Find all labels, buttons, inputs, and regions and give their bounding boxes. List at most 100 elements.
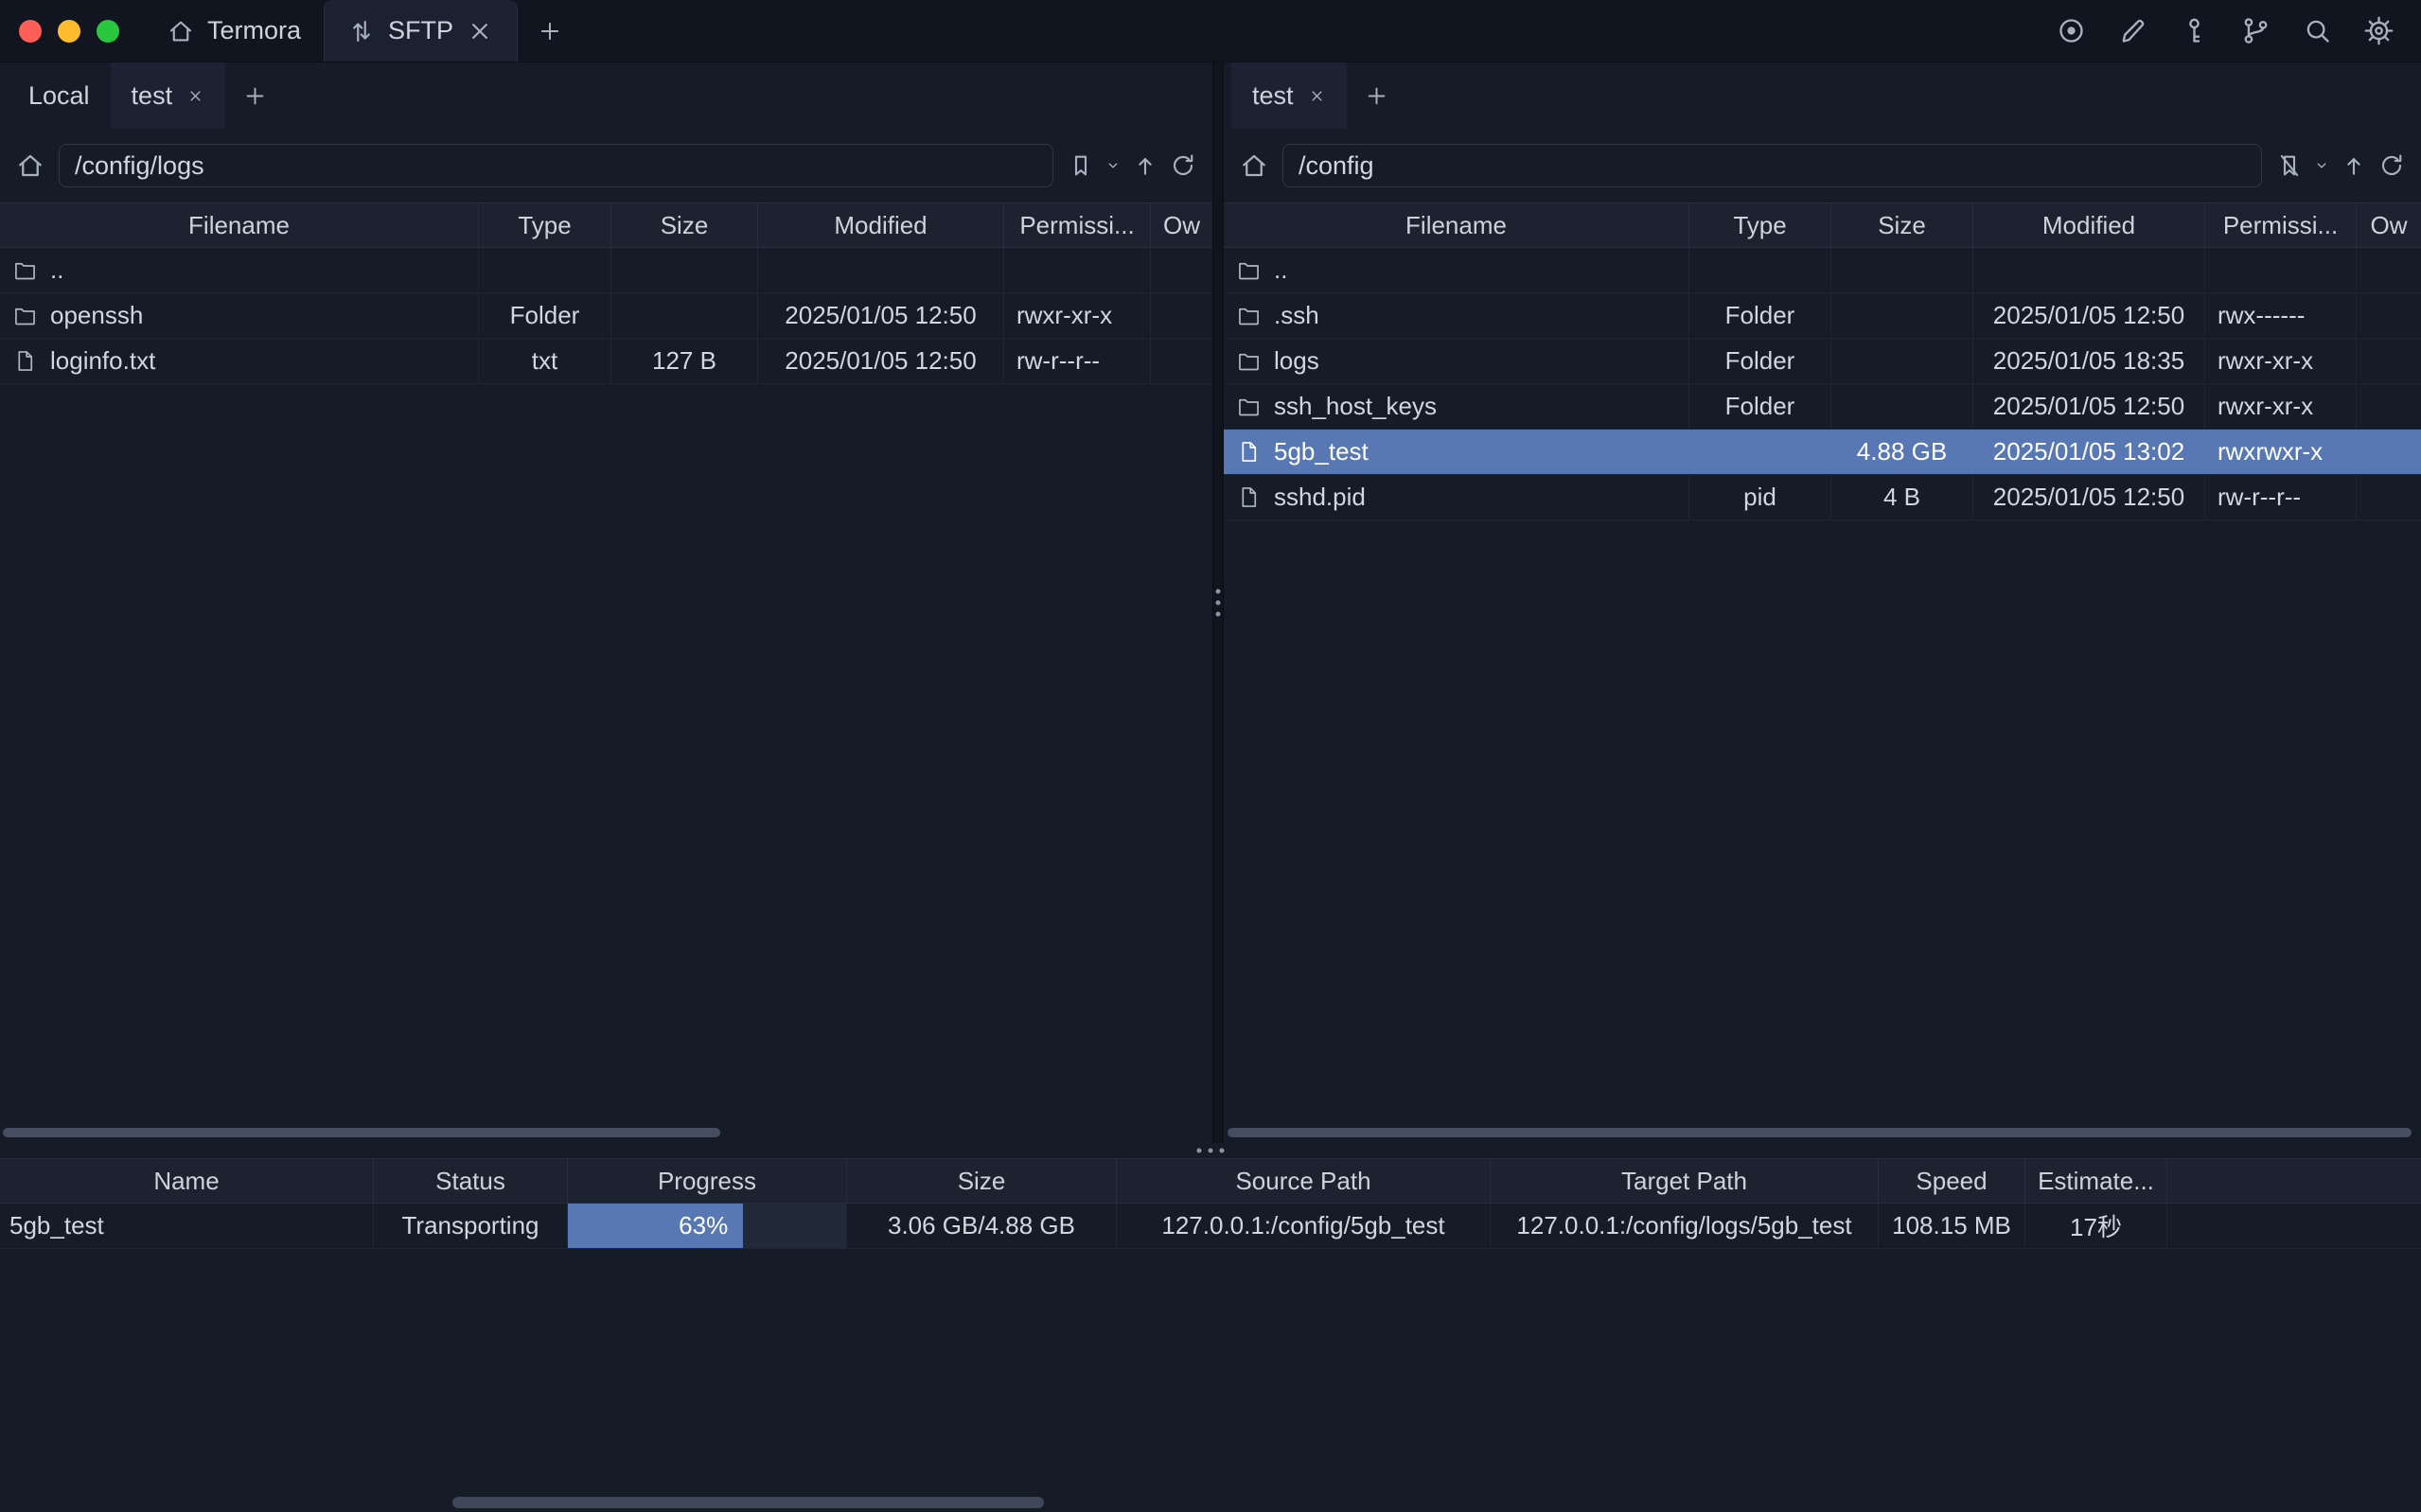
close-window-button[interactable] bbox=[19, 20, 42, 43]
new-tab-button[interactable] bbox=[225, 62, 285, 129]
up-directory-icon[interactable] bbox=[1131, 151, 1159, 180]
home-icon[interactable] bbox=[1239, 150, 1269, 181]
transfer-column-header-speed[interactable]: Speed bbox=[1879, 1159, 2025, 1203]
chevron-down-icon[interactable] bbox=[1104, 157, 1122, 174]
home-icon[interactable] bbox=[15, 150, 45, 181]
modified-cell: 2025/01/05 12:50 bbox=[758, 293, 1004, 338]
column-header-filename[interactable]: Filename bbox=[1224, 203, 1689, 247]
edit-icon[interactable] bbox=[2117, 15, 2148, 46]
column-header-size[interactable]: Size bbox=[1831, 203, 1973, 247]
file-row[interactable]: loginfo.txttxt127 B2025/01/05 12:50rw-r-… bbox=[0, 339, 1212, 384]
transfer-column-header-estimate[interactable]: Estimate... bbox=[2025, 1159, 2167, 1203]
tab-label: test bbox=[1252, 81, 1294, 111]
permissions-cell: rwxr-xr-x bbox=[2205, 339, 2357, 383]
close-icon[interactable] bbox=[186, 87, 204, 105]
search-icon[interactable] bbox=[2302, 15, 2333, 46]
right-table-header: FilenameTypeSizeModifiedPermissi...Ow bbox=[1224, 202, 2421, 248]
file-row[interactable]: .. bbox=[1224, 248, 2421, 293]
column-header-permissi[interactable]: Permissi... bbox=[2205, 203, 2357, 247]
column-header-ow[interactable]: Ow bbox=[2357, 203, 2421, 247]
app-tab-sftp[interactable]: SFTP bbox=[324, 0, 518, 62]
folder-icon bbox=[1236, 257, 1262, 283]
modified-cell bbox=[1973, 248, 2205, 292]
path-input[interactable] bbox=[1282, 144, 2262, 187]
scrollbar-thumb[interactable] bbox=[452, 1497, 1044, 1508]
size-cell bbox=[1831, 293, 1973, 338]
transfer-estimate-cell: 17秒 bbox=[2025, 1204, 2167, 1248]
column-header-modified[interactable]: Modified bbox=[758, 203, 1004, 247]
key-icon[interactable] bbox=[2179, 15, 2210, 46]
transfer-column-header-size[interactable]: Size bbox=[847, 1159, 1117, 1203]
column-header-ow[interactable]: Ow bbox=[1151, 203, 1212, 247]
bookmark-icon[interactable] bbox=[1067, 151, 1095, 180]
refresh-icon[interactable] bbox=[1169, 151, 1197, 180]
branch-icon[interactable] bbox=[2240, 15, 2271, 46]
transfer-column-header-name[interactable]: Name bbox=[0, 1159, 374, 1203]
record-icon[interactable] bbox=[2056, 15, 2087, 46]
left-horizontal-scrollbar[interactable] bbox=[0, 1127, 1212, 1138]
up-directory-icon[interactable] bbox=[2340, 151, 2368, 180]
tab-label: test bbox=[132, 81, 173, 111]
permissions-cell bbox=[1004, 248, 1151, 292]
filename-cell: loginfo.txt bbox=[0, 339, 479, 383]
new-window-tab-button[interactable] bbox=[518, 0, 582, 62]
column-header-filename[interactable]: Filename bbox=[0, 203, 479, 247]
transfer-table-header: NameStatusProgressSizeSource PathTarget … bbox=[0, 1158, 2421, 1204]
file-row[interactable]: .sshFolder2025/01/05 12:50rwx------ bbox=[1224, 293, 2421, 339]
transfer-icon bbox=[347, 17, 376, 45]
file-row[interactable]: ssh_host_keysFolder2025/01/05 12:50rwxr-… bbox=[1224, 384, 2421, 430]
size-cell bbox=[1831, 248, 1973, 292]
transfer-column-header-status[interactable]: Status bbox=[374, 1159, 568, 1203]
transfer-table-body: 5gb_testTransporting63%3.06 GB/4.88 GB12… bbox=[0, 1204, 2421, 1249]
pane-tab-test[interactable]: test bbox=[111, 62, 226, 129]
close-icon[interactable] bbox=[1308, 87, 1326, 105]
sftp-split-view: Local test bbox=[0, 62, 2421, 1143]
zoom-window-button[interactable] bbox=[97, 20, 119, 43]
column-header-type[interactable]: Type bbox=[479, 203, 611, 247]
file-row[interactable]: 5gb_test4.88 GB2025/01/05 13:02rwxrwxr-x bbox=[1224, 430, 2421, 475]
transfer-column-header-source-path[interactable]: Source Path bbox=[1117, 1159, 1491, 1203]
transfer-filler-cell bbox=[2167, 1204, 2421, 1248]
size-cell: 4.88 GB bbox=[1831, 430, 1973, 474]
bookmark-slash-icon[interactable] bbox=[2275, 151, 2304, 180]
transfer-column-header-progress[interactable]: Progress bbox=[568, 1159, 847, 1203]
right-file-pane: test bbox=[1224, 62, 2421, 1143]
filename-text: .ssh bbox=[1274, 301, 1319, 330]
scrollbar-thumb[interactable] bbox=[1228, 1128, 2412, 1137]
settings-icon[interactable] bbox=[2363, 15, 2394, 46]
file-row[interactable]: sshd.pidpid4 B2025/01/05 12:50rw-r--r-- bbox=[1224, 475, 2421, 520]
left-file-table: FilenameTypeSizeModifiedPermissi...Ow ..… bbox=[0, 202, 1212, 1143]
bottom-horizontal-scrollbar[interactable] bbox=[0, 1496, 2421, 1509]
minimize-window-button[interactable] bbox=[58, 20, 80, 43]
scrollbar-thumb[interactable] bbox=[3, 1128, 720, 1137]
column-header-size[interactable]: Size bbox=[611, 203, 758, 247]
new-tab-button[interactable] bbox=[1347, 62, 1406, 129]
app-tabs: Termora SFTP bbox=[144, 0, 582, 62]
file-row[interactable]: .. bbox=[0, 248, 1212, 293]
owner-cell bbox=[2357, 430, 2421, 474]
path-input[interactable] bbox=[59, 144, 1053, 187]
column-header-type[interactable]: Type bbox=[1689, 203, 1831, 247]
app-tab-termora[interactable]: Termora bbox=[144, 0, 324, 62]
permissions-cell: rwxr-xr-x bbox=[2205, 384, 2357, 429]
transfer-panel-splitter[interactable] bbox=[0, 1143, 2421, 1158]
owner-cell bbox=[1151, 339, 1212, 383]
file-row[interactable]: logsFolder2025/01/05 18:35rwxr-xr-x bbox=[1224, 339, 2421, 384]
close-icon[interactable] bbox=[466, 17, 494, 45]
transfer-column-header-target-path[interactable]: Target Path bbox=[1491, 1159, 1879, 1203]
chevron-down-icon[interactable] bbox=[2313, 157, 2330, 174]
pane-tab-test[interactable]: test bbox=[1231, 62, 1347, 129]
pane-divider[interactable] bbox=[1212, 62, 1224, 1143]
right-horizontal-scrollbar[interactable] bbox=[1224, 1127, 2421, 1138]
size-cell bbox=[611, 293, 758, 338]
divider-handle-icon[interactable] bbox=[1216, 589, 1221, 617]
splitter-handle-icon[interactable] bbox=[1197, 1149, 1225, 1153]
owner-cell bbox=[2357, 339, 2421, 383]
transfer-row[interactable]: 5gb_testTransporting63%3.06 GB/4.88 GB12… bbox=[0, 1204, 2421, 1249]
transfer-target-path-cell: 127.0.0.1:/config/logs/5gb_test bbox=[1491, 1204, 1879, 1248]
column-header-modified[interactable]: Modified bbox=[1973, 203, 2205, 247]
pane-tab-local[interactable]: Local bbox=[8, 62, 111, 129]
column-header-permissi[interactable]: Permissi... bbox=[1004, 203, 1151, 247]
refresh-icon[interactable] bbox=[2377, 151, 2406, 180]
file-row[interactable]: opensshFolder2025/01/05 12:50rwxr-xr-x bbox=[0, 293, 1212, 339]
